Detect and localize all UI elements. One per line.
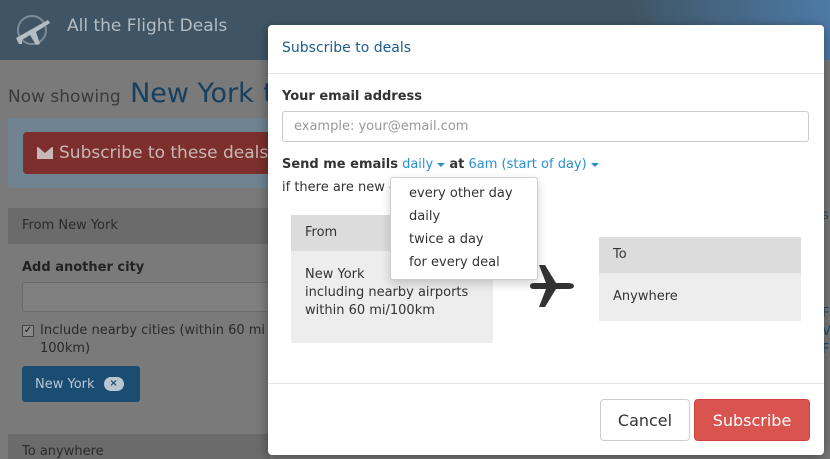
email-label: Your email address bbox=[282, 89, 423, 104]
city-tag-label: New York bbox=[35, 376, 95, 392]
subscribe-to-deals-label: Subscribe to these deals bbox=[59, 143, 269, 163]
send-label: Send me emails bbox=[282, 157, 398, 172]
subscribe-modal: Subscribe to deals Your email address Se… bbox=[268, 25, 824, 455]
send-frequency-row: Send me emails daily at 6am (start of da… bbox=[282, 157, 599, 172]
from-summary-line: within 60 mi/100km bbox=[305, 303, 435, 318]
subscribe-button[interactable]: Subscribe bbox=[694, 399, 810, 441]
subscribe-to-deals-button[interactable]: Subscribe to these deals bbox=[23, 132, 270, 174]
from-panel-title: From New York bbox=[8, 208, 270, 244]
add-city-input[interactable] bbox=[22, 282, 270, 312]
to-panel-title: To anywhere bbox=[8, 434, 270, 459]
modal-header-divider bbox=[268, 73, 824, 74]
chevron-down-icon bbox=[590, 162, 599, 167]
site-title[interactable]: All the Flight Deals bbox=[67, 16, 227, 36]
nearby-label-line1: Include nearby cities (within 60 mi bbox=[40, 323, 266, 338]
city-tag-new-york[interactable]: New York × bbox=[22, 366, 140, 402]
frequency-value: daily bbox=[402, 157, 434, 172]
now-showing-prefix: Now showing bbox=[8, 87, 121, 107]
plane-logo-icon[interactable] bbox=[10, 8, 54, 52]
to-summary-box: To Anywhere bbox=[599, 237, 801, 321]
new-deals-condition: if there are new c bbox=[282, 180, 396, 195]
now-showing-city: New York bbox=[130, 78, 254, 109]
to-summary-head: To bbox=[599, 237, 801, 273]
time-select[interactable]: 6am (start of day) bbox=[469, 157, 599, 172]
from-summary-line: including nearby airports bbox=[305, 285, 469, 300]
frequency-dropdown-menu: every other day daily twice a day for ev… bbox=[390, 177, 538, 280]
email-field[interactable] bbox=[282, 111, 809, 142]
frequency-option-every-deal[interactable]: for every deal bbox=[391, 252, 537, 275]
frequency-option-daily[interactable]: daily bbox=[391, 206, 537, 229]
new-deals-text: if there are new bbox=[282, 180, 385, 195]
nearby-label-line2: 100km) bbox=[40, 341, 91, 356]
modal-title: Subscribe to deals bbox=[282, 40, 412, 56]
now-showing-heading: Now showing New York t bbox=[8, 78, 274, 109]
frequency-option-twice-a-day[interactable]: twice a day bbox=[391, 229, 537, 252]
add-city-label: Add another city bbox=[22, 260, 145, 275]
frequency-option-every-other-day[interactable]: every other day bbox=[391, 183, 537, 206]
envelope-icon bbox=[37, 147, 53, 159]
remove-city-icon[interactable]: × bbox=[103, 377, 124, 391]
modal-footer-divider bbox=[268, 383, 824, 384]
nearby-checkbox[interactable]: ✓ bbox=[22, 325, 34, 337]
frequency-select[interactable]: daily bbox=[402, 157, 446, 172]
to-summary-destination: Anywhere bbox=[613, 289, 678, 304]
cancel-button[interactable]: Cancel bbox=[600, 399, 690, 441]
nearby-cities-option[interactable]: ✓ Include nearby cities (within 60 mi 10… bbox=[22, 322, 270, 358]
time-value: 6am (start of day) bbox=[468, 157, 587, 172]
at-label: at bbox=[449, 157, 465, 172]
chevron-down-icon bbox=[437, 162, 446, 167]
